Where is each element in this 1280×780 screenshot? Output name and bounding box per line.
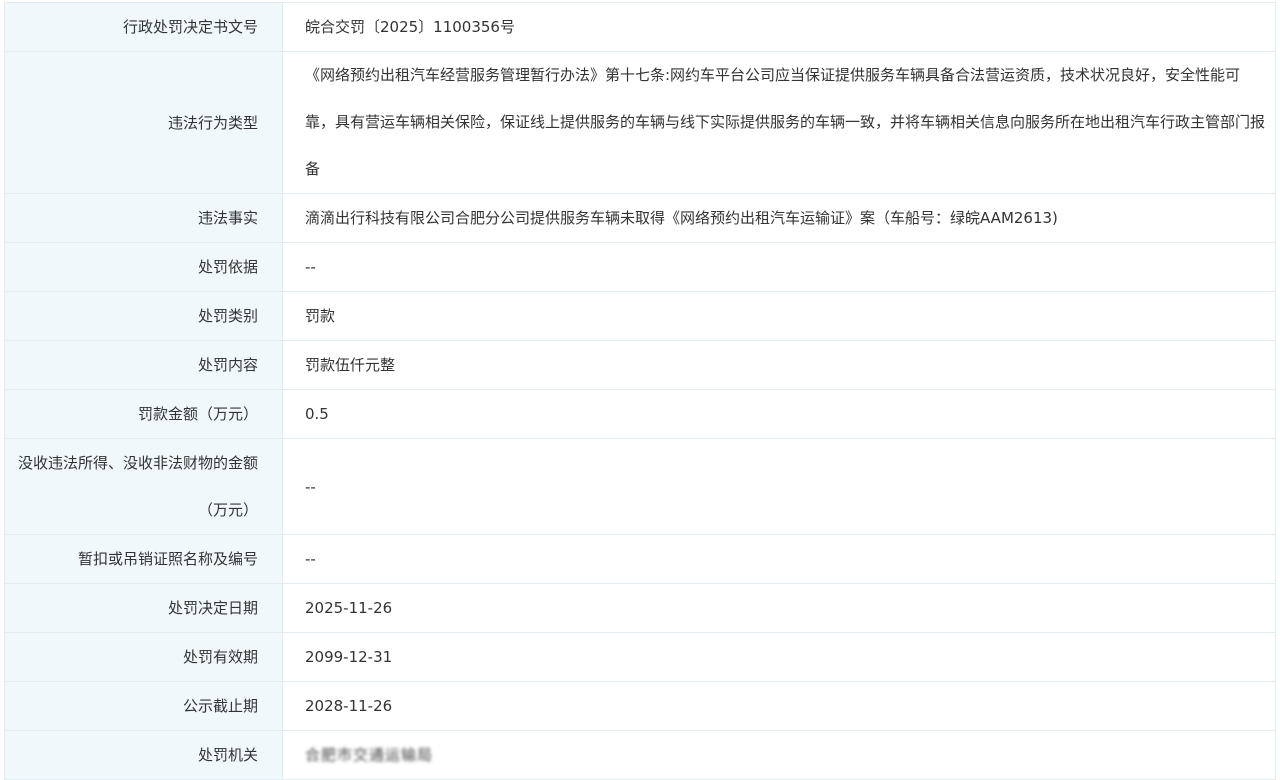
field-value: -- bbox=[282, 242, 1276, 292]
penalty-record-table: 行政处罚决定书文号 皖合交罚〔2025〕1100356号 违法行为类型 《网络预… bbox=[4, 2, 1276, 780]
penalty-authority-value: 合肥市交通运输局 bbox=[305, 746, 434, 764]
table-row: 处罚类别 罚款 bbox=[4, 291, 1276, 341]
field-value: 合肥市交通运输局 bbox=[282, 730, 1276, 780]
field-label: 处罚类别 bbox=[4, 291, 283, 341]
table-row: 处罚依据 -- bbox=[4, 242, 1276, 292]
field-value: 0.5 bbox=[282, 389, 1276, 439]
field-value: 皖合交罚〔2025〕1100356号 bbox=[282, 2, 1276, 52]
field-value: -- bbox=[282, 438, 1276, 535]
field-label: 违法行为类型 bbox=[4, 51, 283, 194]
field-value: 《网络预约出租汽车经营服务管理暂行办法》第十七条:网约车平台公司应当保证提供服务… bbox=[282, 51, 1276, 194]
field-label: 处罚决定日期 bbox=[4, 583, 283, 633]
field-label: 处罚依据 bbox=[4, 242, 283, 292]
table-row: 处罚机关 合肥市交通运输局 bbox=[4, 730, 1276, 780]
table-row: 处罚内容 罚款伍仟元整 bbox=[4, 340, 1276, 390]
field-value: -- bbox=[282, 534, 1276, 584]
field-value: 2028-11-26 bbox=[282, 681, 1276, 731]
table-row: 违法事实 滴滴出行科技有限公司合肥分公司提供服务车辆未取得《网络预约出租汽车运输… bbox=[4, 193, 1276, 243]
table-row: 处罚决定日期 2025-11-26 bbox=[4, 583, 1276, 633]
field-label: 公示截止期 bbox=[4, 681, 283, 731]
field-label: 行政处罚决定书文号 bbox=[4, 2, 283, 52]
field-value: 罚款伍仟元整 bbox=[282, 340, 1276, 390]
field-label: 罚款金额（万元） bbox=[4, 389, 283, 439]
field-label: 处罚有效期 bbox=[4, 632, 283, 682]
table-row: 处罚有效期 2099-12-31 bbox=[4, 632, 1276, 682]
field-value: 罚款 bbox=[282, 291, 1276, 341]
table-row: 罚款金额（万元） 0.5 bbox=[4, 389, 1276, 439]
field-label: 暂扣或吊销证照名称及编号 bbox=[4, 534, 283, 584]
table-row: 暂扣或吊销证照名称及编号 -- bbox=[4, 534, 1276, 584]
field-label: 没收违法所得、没收非法财物的金额（万元） bbox=[4, 438, 283, 535]
field-label: 处罚内容 bbox=[4, 340, 283, 390]
table-row: 行政处罚决定书文号 皖合交罚〔2025〕1100356号 bbox=[4, 2, 1276, 52]
table-row: 违法行为类型 《网络预约出租汽车经营服务管理暂行办法》第十七条:网约车平台公司应… bbox=[4, 51, 1276, 194]
field-label: 处罚机关 bbox=[4, 730, 283, 780]
table-row: 没收违法所得、没收非法财物的金额（万元） -- bbox=[4, 438, 1276, 535]
field-value: 2025-11-26 bbox=[282, 583, 1276, 633]
table-row: 公示截止期 2028-11-26 bbox=[4, 681, 1276, 731]
field-label: 违法事实 bbox=[4, 193, 283, 243]
field-value: 2099-12-31 bbox=[282, 632, 1276, 682]
field-value: 滴滴出行科技有限公司合肥分公司提供服务车辆未取得《网络预约出租汽车运输证》案（车… bbox=[282, 193, 1276, 243]
